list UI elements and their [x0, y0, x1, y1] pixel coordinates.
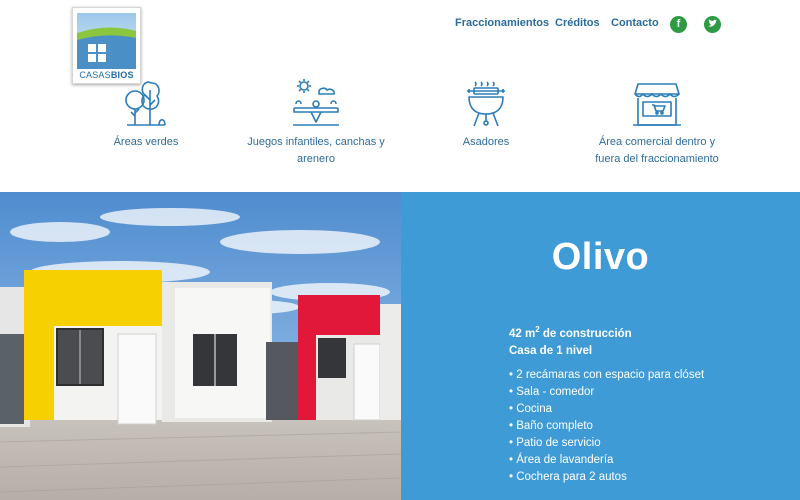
house-illustration [0, 192, 401, 500]
feature-item: Área de lavandería [509, 452, 704, 469]
construction-area: 42 m2 de construcción [509, 325, 632, 340]
levels: Casa de 1 nivel [509, 344, 593, 357]
twitter-bird-glyph [708, 19, 717, 27]
twitter-icon[interactable] [704, 16, 721, 33]
amenity-areas-verdes: Áreas verdes [96, 78, 196, 151]
facebook-icon[interactable]: f [670, 16, 687, 33]
house-photo [0, 192, 401, 500]
trees-icon [125, 81, 166, 126]
feature-item: Baño completo [509, 418, 704, 435]
grill-icon [467, 81, 505, 127]
playground-icon [293, 79, 339, 126]
storefront-icon [633, 83, 681, 126]
amenity-area-comercial: Área comercial dentro y fuera del fraccio… [587, 78, 727, 168]
model-panel: Olivo 42 m2 de construcción Casa de 1 ni… [401, 192, 800, 500]
amenity-juegos: Juegos infantiles, canchas y arenero [236, 78, 396, 168]
nav-creditos[interactable]: Créditos [555, 17, 600, 29]
feature-item: Cochera para 2 autos [509, 469, 704, 486]
feature-item: Cocina [509, 401, 704, 418]
feature-item: Sala - comedor [509, 384, 704, 401]
model-specs: 42 m2 de construcción Casa de 1 nivel [509, 321, 632, 360]
amenity-label: Áreas verdes [113, 136, 179, 148]
amenity-label: Área comercial dentro y fuera del fraccio… [595, 136, 719, 165]
model-title: Olivo [551, 236, 650, 278]
amenity-label: Asadores [462, 136, 510, 148]
feature-list: 2 recámaras con espacio para clóset Sala… [509, 367, 704, 486]
amenity-asadores: Asadores [441, 78, 531, 151]
feature-item: Patio de servicio [509, 435, 704, 452]
amenity-label: Juegos infantiles, canchas y arenero [247, 136, 385, 165]
nav-fraccionamientos[interactable]: Fraccionamientos [455, 17, 549, 29]
feature-item: 2 recámaras con espacio para clóset [509, 367, 704, 384]
nav-contacto[interactable]: Contacto [611, 17, 659, 29]
